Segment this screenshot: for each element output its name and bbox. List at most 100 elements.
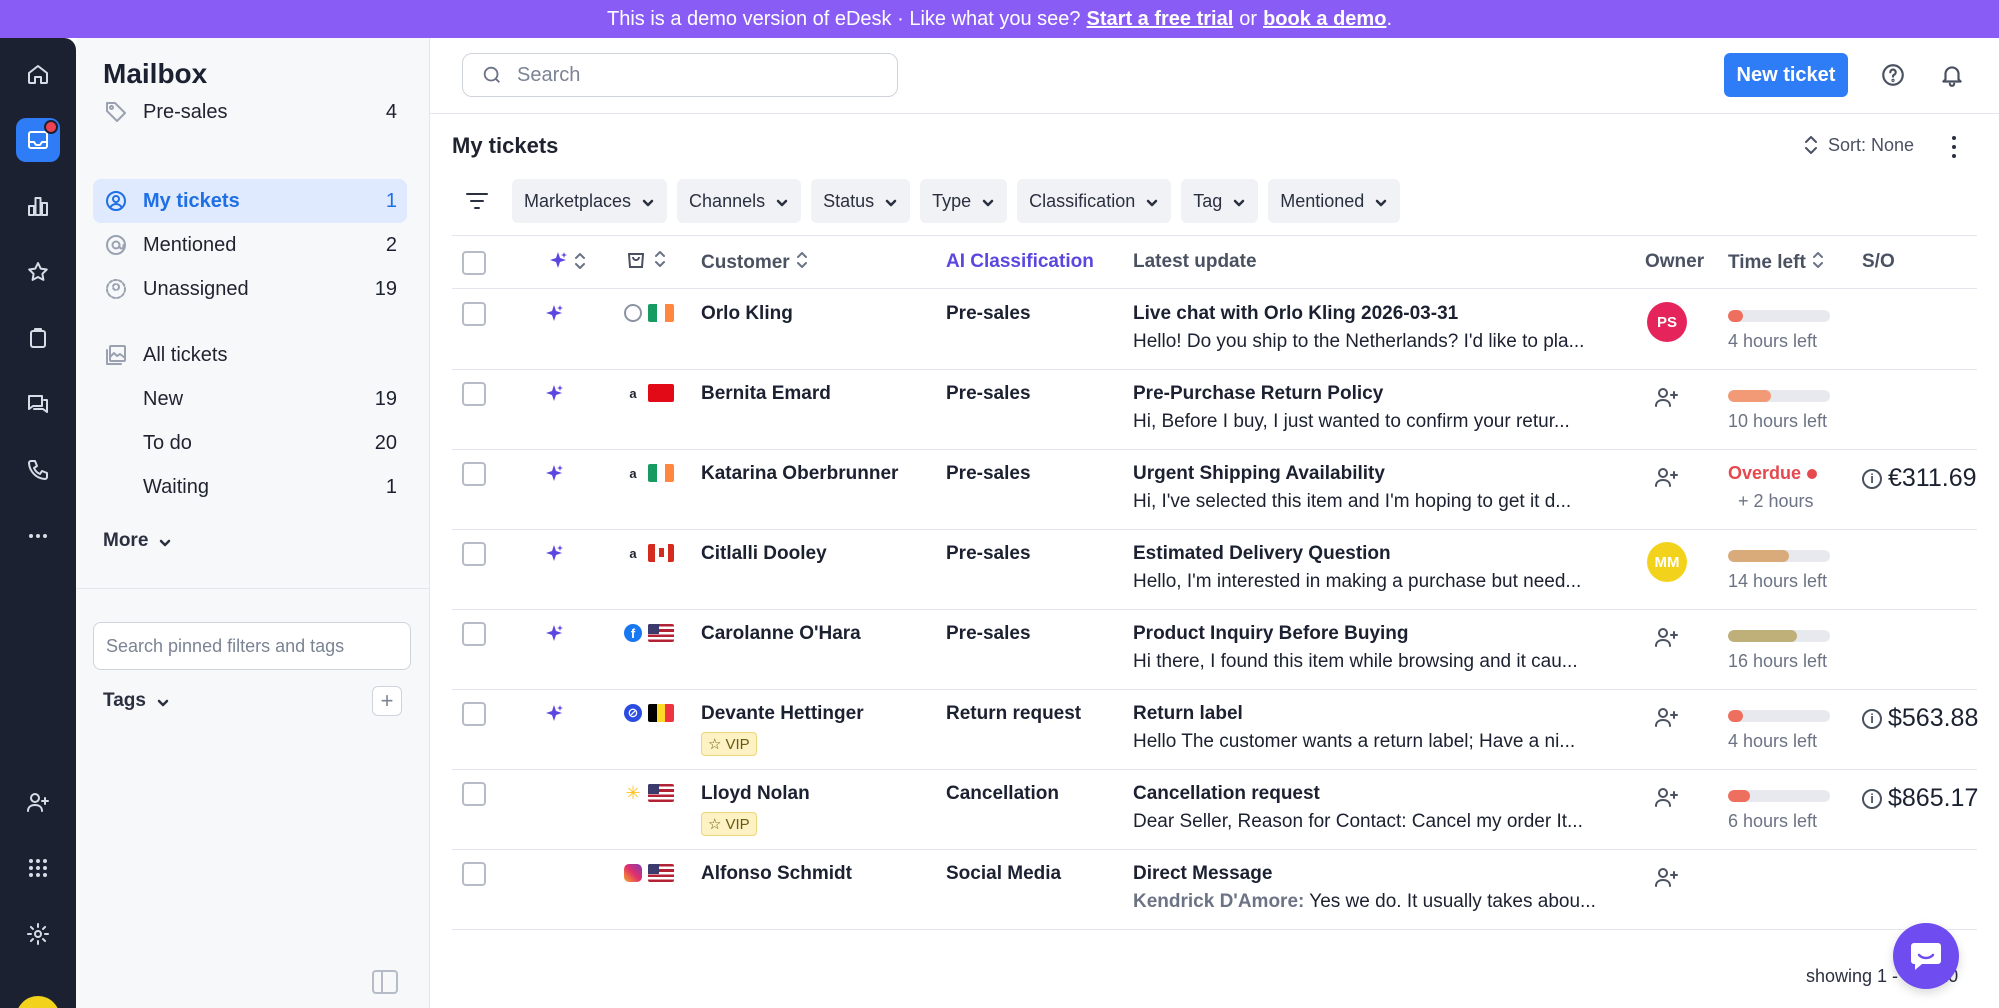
- customer-name[interactable]: Lloyd Nolan: [701, 783, 810, 805]
- assign-user-icon[interactable]: [1653, 786, 1679, 813]
- filter-type[interactable]: Type: [920, 179, 1008, 223]
- row-checkbox[interactable]: [462, 382, 486, 406]
- phone-icon[interactable]: [16, 448, 60, 492]
- sidebar-item-my-tickets[interactable]: My tickets 1: [93, 179, 407, 223]
- sidebar-item-new[interactable]: New 19: [93, 377, 407, 421]
- ticket-subject[interactable]: Product Inquiry Before Buying: [1133, 623, 1623, 645]
- table-row[interactable]: a Katarina Oberbrunner Pre-sales Urgent …: [452, 450, 1977, 530]
- sales-order-value[interactable]: i $865.17: [1862, 784, 1978, 813]
- customer-column-header[interactable]: Customer: [701, 251, 808, 275]
- customer-name[interactable]: Carolanne O'Hara: [701, 623, 861, 645]
- more-options-icon[interactable]: [1950, 136, 1958, 158]
- sales-order-value[interactable]: i €311.69: [1862, 464, 1977, 493]
- assign-user-icon[interactable]: [1653, 386, 1679, 413]
- help-icon[interactable]: [1880, 62, 1906, 88]
- assign-user-icon[interactable]: [1653, 626, 1679, 653]
- assign-user-icon[interactable]: [1653, 706, 1679, 733]
- filter-mentioned[interactable]: Mentioned: [1268, 179, 1401, 223]
- row-checkbox[interactable]: [462, 862, 486, 886]
- add-tag-button[interactable]: +: [372, 686, 402, 716]
- table-row[interactable]: Alfonso Schmidt Social Media Direct Mess…: [452, 850, 1977, 930]
- sidebar-item-to-do[interactable]: To do 20: [93, 421, 407, 465]
- gear-icon[interactable]: [16, 912, 60, 956]
- channel-sort-header[interactable]: [624, 247, 666, 277]
- sidebar-item-all-tickets[interactable]: All tickets: [93, 333, 407, 377]
- row-checkbox[interactable]: [462, 782, 486, 806]
- tags-toggle[interactable]: Tags: [103, 690, 170, 712]
- info-icon: i: [1862, 708, 1882, 729]
- filter-status[interactable]: Status: [811, 179, 911, 223]
- customer-name[interactable]: Katarina Oberbrunner: [701, 463, 898, 485]
- select-all-checkbox[interactable]: [462, 251, 486, 275]
- customer-name[interactable]: Citlalli Dooley: [701, 543, 827, 565]
- book-demo-link[interactable]: book a demo: [1263, 8, 1386, 31]
- row-checkbox[interactable]: [462, 702, 486, 726]
- clipboard-icon[interactable]: [16, 316, 60, 360]
- demo-banner: This is a demo version of eDesk · Like w…: [0, 0, 1999, 38]
- user-avatar[interactable]: MM: [16, 996, 60, 1008]
- search-box[interactable]: [462, 53, 898, 97]
- ticket-subject[interactable]: Urgent Shipping Availability: [1133, 463, 1623, 485]
- customer-name[interactable]: Alfonso Schmidt: [701, 863, 852, 885]
- ticket-subject[interactable]: Cancellation request: [1133, 783, 1623, 805]
- row-checkbox[interactable]: [462, 542, 486, 566]
- filter-tag[interactable]: Tag: [1181, 179, 1259, 223]
- filter-marketplaces[interactable]: Marketplaces: [512, 179, 668, 223]
- inbox-icon[interactable]: [16, 118, 60, 162]
- chat-widget-button[interactable]: [1893, 923, 1959, 989]
- time-left-column-header[interactable]: Time left: [1728, 251, 1824, 275]
- assign-user-icon[interactable]: [1653, 466, 1679, 493]
- filter-classification[interactable]: Classification: [1017, 179, 1172, 223]
- analytics-icon[interactable]: [16, 184, 60, 228]
- sidebar-item-mentioned[interactable]: Mentioned 2: [93, 223, 407, 267]
- ticket-subject[interactable]: Live chat with Orlo Kling 2026-03-31: [1133, 303, 1623, 325]
- filter-label: Mentioned: [1280, 190, 1365, 211]
- time-left-bar: [1728, 790, 1830, 802]
- owner-avatar[interactable]: PS: [1647, 302, 1687, 342]
- table-row[interactable]: a Citlalli Dooley Pre-sales Estimated De…: [452, 530, 1977, 610]
- ai-sort-header[interactable]: [548, 251, 586, 277]
- start-free-trial-link[interactable]: Start a free trial: [1087, 8, 1234, 31]
- new-ticket-button[interactable]: New ticket: [1724, 53, 1848, 97]
- sidebar-item-count: 2: [385, 233, 397, 256]
- owner-avatar[interactable]: MM: [1647, 542, 1687, 582]
- table-row[interactable]: ✳ Lloyd Nolan ☆ VIP Cancellation Cancella…: [452, 770, 1978, 850]
- sidebar-item-label: My tickets: [143, 189, 240, 212]
- sales-order-value[interactable]: i $563.88: [1862, 704, 1978, 733]
- row-checkbox[interactable]: [462, 622, 486, 646]
- add-user-icon[interactable]: [16, 780, 60, 824]
- row-checkbox[interactable]: [462, 302, 486, 326]
- ticket-subject[interactable]: Estimated Delivery Question: [1133, 543, 1623, 565]
- sidebar-item-pre-sales[interactable]: Pre-sales 4: [93, 90, 407, 134]
- customer-name[interactable]: Bernita Emard: [701, 383, 831, 405]
- row-checkbox[interactable]: [462, 462, 486, 486]
- table-row[interactable]: a Bernita Emard Pre-sales Pre-Purchase R…: [452, 370, 1977, 450]
- customer-name[interactable]: Devante Hettinger: [701, 703, 864, 725]
- assign-user-icon[interactable]: [1653, 866, 1679, 893]
- ticket-subject[interactable]: Direct Message: [1133, 863, 1623, 885]
- table-row[interactable]: ⊘ Devante Hettinger ☆ VIP Return request …: [452, 690, 1978, 770]
- customer-name[interactable]: Orlo Kling: [701, 303, 793, 325]
- apps-icon[interactable]: [16, 846, 60, 890]
- chat-icon[interactable]: [16, 382, 60, 426]
- ticket-subject[interactable]: Return label: [1133, 703, 1623, 725]
- sparkle-icon: [544, 464, 564, 489]
- search-input[interactable]: [517, 63, 877, 87]
- bell-icon[interactable]: [1939, 62, 1965, 88]
- ai-classification-column-header[interactable]: AI Classification: [946, 251, 1094, 273]
- more-toggle[interactable]: More: [103, 530, 172, 552]
- user-circle-icon: [103, 188, 129, 214]
- star-icon[interactable]: [16, 250, 60, 294]
- more-icon[interactable]: [16, 514, 60, 558]
- filter-icon[interactable]: [462, 186, 492, 216]
- home-icon[interactable]: [16, 52, 60, 96]
- ticket-subject[interactable]: Pre-Purchase Return Policy: [1133, 383, 1623, 405]
- sidebar-item-waiting[interactable]: Waiting 1: [93, 465, 407, 509]
- collapse-sidebar-icon[interactable]: [372, 970, 398, 994]
- table-row[interactable]: f Carolanne O'Hara Pre-sales Product Inq…: [452, 610, 1977, 690]
- pinned-filters-search-input[interactable]: [93, 622, 411, 670]
- sidebar-item-unassigned[interactable]: Unassigned 19: [93, 267, 407, 311]
- filter-channels[interactable]: Channels: [677, 179, 802, 223]
- table-row[interactable]: Orlo Kling Pre-sales Live chat with Orlo…: [452, 290, 1977, 370]
- sort-control[interactable]: Sort: None: [1802, 134, 1914, 156]
